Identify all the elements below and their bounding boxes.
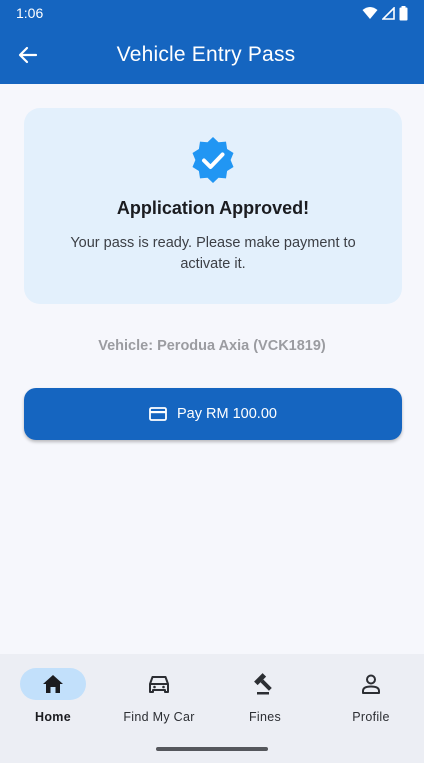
approval-message: Your pass is ready. Please make payment … <box>70 235 356 272</box>
arrow-back-icon <box>18 46 38 64</box>
nav-label-find-my-car: Find My Car <box>123 710 195 724</box>
status-icons <box>362 5 408 21</box>
signal-icon <box>382 6 395 20</box>
nav-label-fines: Fines <box>248 710 282 724</box>
nav-active-indicator <box>20 668 86 700</box>
wifi-icon <box>362 7 378 19</box>
status-time: 1:06 <box>16 5 44 21</box>
gavel-icon <box>254 673 272 695</box>
back-button[interactable] <box>0 26 56 84</box>
app-bar: Vehicle Entry Pass <box>0 26 424 84</box>
vehicle-info: Vehicle: Perodua Axia (VCK1819) <box>98 338 326 354</box>
nav-item-home[interactable]: Home <box>0 654 106 763</box>
nav-label-profile: Profile <box>352 710 390 724</box>
status-bar: 1:06 <box>0 0 424 26</box>
home-icon <box>43 675 63 693</box>
pay-button-label: Pay RM 100.00 <box>177 406 277 422</box>
approval-card: Application Approved! Your pass is ready… <box>24 108 402 304</box>
gesture-navigation-bar[interactable] <box>156 747 268 751</box>
main-content: Application Approved! Your pass is ready… <box>0 84 424 654</box>
credit-card-icon <box>149 407 167 421</box>
pay-button[interactable]: Pay RM 100.00 <box>24 388 402 440</box>
verified-badge-icon <box>192 137 234 183</box>
nav-item-profile[interactable]: Profile <box>318 654 424 763</box>
person-icon <box>362 674 380 694</box>
page-title: Vehicle Entry Pass <box>116 43 296 66</box>
approval-title: Application Approved! <box>116 198 310 218</box>
nav-label-home: Home <box>35 710 71 724</box>
battery-icon <box>399 5 408 20</box>
car-icon <box>149 676 169 693</box>
